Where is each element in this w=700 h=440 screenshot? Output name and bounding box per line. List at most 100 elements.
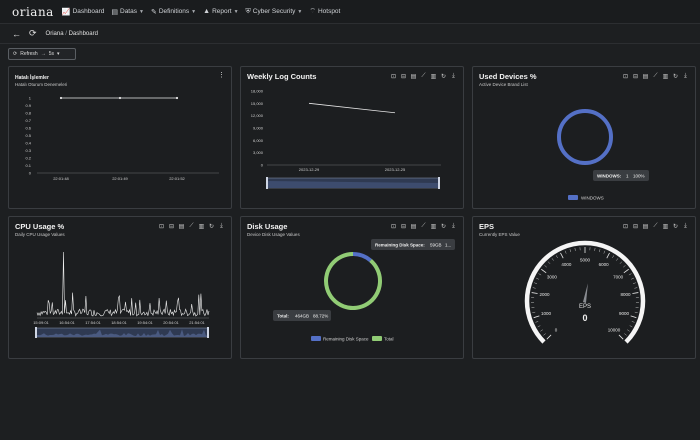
legend-label-windows[interactable]: WINDOWS bbox=[581, 196, 604, 201]
legend-swatch-total[interactable] bbox=[372, 336, 382, 341]
legend-label-remaining[interactable]: Remaining Disk Space bbox=[323, 337, 369, 342]
y-tick-label: 15,000 bbox=[251, 101, 264, 106]
top-navbar: oriana 📈 Dashboard ▤ Datas ▼ ✎ Definitio… bbox=[0, 0, 700, 24]
legend-swatch-windows[interactable] bbox=[568, 195, 578, 200]
x-tick-label: 20:54:01 bbox=[163, 320, 179, 325]
gauge-minor-tick bbox=[627, 329, 630, 332]
cpu-usage-chart: 15:09:01 16:54:01 17:54:01 18:54:01 19:54:01… bbox=[33, 251, 210, 338]
card-weekly-log-counts: Weekly Log Counts ⊡ ⊟ ▤ ⟋ ▥ ↻ ⤓ 18,000 15… bbox=[240, 66, 464, 209]
reload-icon[interactable]: ⟳ bbox=[29, 28, 37, 39]
gauge-tick-label: 8000 bbox=[620, 292, 631, 297]
weekly-log-chart: 18,000 15,000 12,000 9,000 6,000 3,000 0 2023-1… bbox=[251, 89, 441, 189]
card-used-devices: Used Devices % Active Device Brand List … bbox=[472, 66, 696, 209]
gauge-minor-tick bbox=[632, 282, 636, 284]
card-failed-operations: Hatalı İşlemler Hatalı Oturum Denemeleri… bbox=[8, 66, 232, 209]
y-tick-label: 0 bbox=[261, 163, 264, 168]
data-point[interactable] bbox=[59, 96, 63, 100]
gauge-tick-label: 6000 bbox=[599, 262, 610, 267]
x-tick-label: 16:54:01 bbox=[59, 320, 75, 325]
nav-item-datas[interactable]: ▤ Datas ▼ bbox=[111, 8, 144, 16]
data-zoom-handle-left[interactable] bbox=[266, 177, 268, 189]
data-zoom-handle-left[interactable] bbox=[35, 327, 37, 338]
gauge-value: 0 bbox=[582, 313, 587, 323]
x-tick-label: 18:54:01 bbox=[111, 320, 127, 325]
nav-item-definitions[interactable]: ✎ Definitions ▼ bbox=[151, 8, 196, 16]
legend-label-total[interactable]: Total bbox=[384, 337, 394, 342]
arrow-right-icon: → bbox=[40, 51, 46, 57]
gauge-minor-tick bbox=[537, 325, 541, 328]
gauge-minor-tick bbox=[628, 273, 632, 276]
gauge-minor-tick bbox=[551, 258, 554, 261]
gauge-minor-tick bbox=[555, 255, 558, 259]
caret-down-icon: ▼ bbox=[297, 8, 303, 15]
nav-item-label: Cyber Security bbox=[252, 8, 296, 15]
shield-icon: ⛨ bbox=[245, 7, 251, 15]
nav-item-label: Dashboard bbox=[72, 8, 105, 15]
nav-item-hotspot[interactable]: ⌔ Hotspot bbox=[309, 7, 340, 16]
y-tick-label: 3,000 bbox=[253, 150, 264, 155]
x-tick-label: 15:09:01 bbox=[33, 320, 49, 325]
gauge-tick-label: 3000 bbox=[547, 274, 558, 279]
donut-slice-windows[interactable] bbox=[557, 109, 613, 165]
table-icon: ▤ bbox=[111, 8, 118, 16]
y-tick-label: 18,000 bbox=[251, 89, 264, 94]
gauge-minor-tick bbox=[536, 277, 539, 280]
gauge-minor-tick bbox=[532, 311, 536, 313]
wifi-icon: ⌔ bbox=[309, 8, 316, 15]
series-line bbox=[308, 102, 396, 114]
data-zoom-handle-right[interactable] bbox=[438, 177, 440, 189]
donut-slice-total[interactable] bbox=[324, 252, 382, 310]
y-tick-label: 0.4 bbox=[25, 141, 31, 146]
total-pct: 88.72% bbox=[313, 314, 328, 319]
nav-item-label: Hotspot bbox=[317, 8, 341, 15]
gauge-minor-tick bbox=[564, 250, 567, 254]
y-tick-label: 0.5 bbox=[25, 133, 31, 138]
total-value: 464GB bbox=[295, 314, 309, 319]
refresh-interval-select[interactable]: ⟳ Refresh → 5s ▾ bbox=[8, 48, 76, 60]
nav-item-label: Datas bbox=[120, 8, 137, 15]
gauge-tick-label: 0 bbox=[555, 327, 558, 332]
nav-item-report[interactable]: ▲ Report ▼ bbox=[203, 8, 238, 15]
data-zoom-handle-right[interactable] bbox=[207, 327, 209, 338]
gauge-major-tick bbox=[632, 292, 639, 294]
tooltip-label: Remaining Disk Space: bbox=[375, 243, 425, 248]
edit-icon: ✎ bbox=[150, 8, 157, 16]
gauge-major-tick bbox=[606, 252, 610, 259]
gauge-minor-tick bbox=[535, 321, 539, 323]
gauge-minor-tick bbox=[594, 247, 596, 251]
nav-item-cyber-security[interactable]: ⛨ Cyber Security ▼ bbox=[246, 8, 303, 16]
gauge-minor-tick bbox=[616, 258, 619, 261]
x-tick-label: 22:01:49 bbox=[112, 176, 128, 181]
data-point[interactable] bbox=[118, 96, 122, 100]
brand-logo[interactable]: oriana bbox=[12, 5, 54, 19]
gauge-minor-tick bbox=[624, 333, 627, 336]
breadcrumb-bar: ← ⟳ Oriana / Dashboard bbox=[0, 24, 700, 44]
nav-item-dashboard[interactable]: 📈 Dashboard bbox=[62, 8, 105, 16]
gauge-minor-tick bbox=[623, 265, 626, 268]
breadcrumb: Oriana / Dashboard bbox=[46, 31, 98, 37]
tooltip-value: 59GB bbox=[430, 243, 442, 248]
gauge-minor-tick bbox=[603, 250, 606, 254]
card-disk-usage: Disk Usage Device Disk Usage Values ⊡ ⊟ … bbox=[240, 216, 464, 359]
breadcrumb-root[interactable]: Oriana bbox=[46, 31, 64, 37]
gauge-minor-tick bbox=[634, 311, 638, 313]
y-tick-label: 9,000 bbox=[253, 126, 264, 131]
y-tick-label: 0.3 bbox=[25, 148, 31, 153]
gauge-needle bbox=[583, 283, 588, 303]
gauge-tick-label: 1000 bbox=[541, 311, 552, 316]
y-tick-label: 1 bbox=[29, 96, 32, 101]
gauge-minor-tick bbox=[532, 287, 536, 289]
data-point[interactable] bbox=[175, 96, 179, 100]
gauge-major-tick bbox=[618, 334, 624, 340]
gauge-minor-tick bbox=[540, 329, 543, 332]
back-arrow-icon[interactable]: ← bbox=[12, 29, 21, 39]
donut-slice-remaining[interactable] bbox=[352, 252, 372, 263]
gauge-minor-tick bbox=[631, 277, 634, 280]
gauge-minor-tick bbox=[634, 287, 638, 289]
y-tick-label: 6,000 bbox=[253, 138, 264, 143]
x-tick-label: 21:54:01 bbox=[189, 320, 205, 325]
legend-swatch-remaining[interactable] bbox=[311, 336, 321, 341]
gauge-major-tick bbox=[533, 315, 540, 319]
caret-down-icon: ▾ bbox=[57, 51, 60, 57]
y-tick-label: 0.7 bbox=[25, 118, 31, 123]
